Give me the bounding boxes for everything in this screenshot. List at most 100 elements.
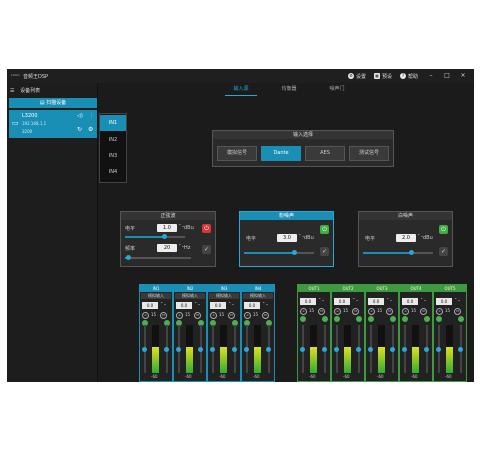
help-button[interactable]: ? 帮助 bbox=[400, 72, 418, 80]
channel-fader-handle[interactable] bbox=[244, 346, 249, 352]
minimize-button[interactable]: – bbox=[426, 71, 436, 80]
channel-gain-spin[interactable]: ⌃⌄ bbox=[160, 301, 167, 306]
channel-gain-handle[interactable] bbox=[322, 346, 327, 352]
channel-gain-input[interactable]: 0.0 bbox=[176, 302, 192, 309]
channel-gain-input[interactable]: 0.0 bbox=[334, 298, 350, 305]
channel-gain-handle[interactable] bbox=[390, 346, 395, 352]
channel-fader-handle[interactable] bbox=[210, 346, 215, 352]
channel-gain-input[interactable]: 0.0 bbox=[142, 302, 158, 309]
channel-gain-spin[interactable]: ⌃⌄ bbox=[228, 301, 235, 306]
channel-gain-input[interactable]: 0.0 bbox=[300, 298, 316, 305]
channel-link-indicator[interactable] bbox=[458, 316, 464, 322]
tab-noise-gate[interactable]: 噪声门 bbox=[317, 85, 357, 92]
channel-gain-spin[interactable]: ⌃⌄ bbox=[262, 301, 269, 306]
input-mode-select[interactable]: 模拟输入 bbox=[141, 293, 171, 299]
phase-icon[interactable]: ø bbox=[142, 312, 149, 319]
channel-enable-indicator[interactable] bbox=[402, 316, 408, 322]
channel-fader-handle[interactable] bbox=[436, 346, 441, 352]
input-mode-select[interactable]: 模拟输入 bbox=[243, 293, 273, 299]
channel-gain-handle[interactable] bbox=[232, 346, 237, 352]
mute-icon[interactable]: M bbox=[228, 312, 235, 319]
close-button[interactable]: × bbox=[458, 71, 468, 80]
channel-gain-spin[interactable]: ⌃⌄ bbox=[194, 301, 201, 306]
sine-confirm-button[interactable]: ✓ bbox=[202, 245, 211, 254]
channel-gain-spin[interactable]: ⌃⌄ bbox=[352, 297, 359, 302]
phase-icon[interactable]: ø bbox=[402, 308, 409, 315]
settings-button[interactable]: ⚙ 设置 bbox=[348, 72, 366, 80]
phase-icon[interactable]: ø bbox=[368, 308, 375, 315]
mute-icon[interactable]: M bbox=[454, 308, 461, 315]
sine-freq-slider[interactable] bbox=[125, 257, 191, 259]
white-power-button[interactable]: ⏻ bbox=[439, 225, 448, 234]
phase-icon[interactable]: ø bbox=[300, 308, 307, 315]
more-icon[interactable]: ⋮ bbox=[89, 113, 94, 119]
channel-fader-handle[interactable] bbox=[402, 346, 407, 352]
gear-icon[interactable]: ⚙ bbox=[88, 126, 93, 133]
channel-gain-spin[interactable]: ⌃⌄ bbox=[454, 297, 461, 302]
channel-gain-handle[interactable] bbox=[356, 346, 361, 352]
channel-gain-input[interactable]: 0.0 bbox=[436, 298, 452, 305]
phase-icon[interactable]: ø bbox=[210, 312, 217, 319]
presets-button[interactable]: ▦ 预设 bbox=[374, 72, 392, 80]
channel-gain-spin[interactable]: ⌃⌄ bbox=[318, 297, 325, 302]
device-card[interactable]: ▭ L3200 192.168.1.1 3200 ◁) ⋮ ↻ ⚙ bbox=[9, 110, 97, 138]
sine-freq-handle[interactable] bbox=[126, 255, 131, 260]
input-item-in4[interactable]: IN4 bbox=[100, 164, 126, 180]
channel-gain-handle[interactable] bbox=[424, 346, 429, 352]
channel-link-indicator[interactable] bbox=[424, 316, 430, 322]
maximize-button[interactable]: □ bbox=[442, 71, 452, 80]
input-item-in2[interactable]: IN2 bbox=[100, 132, 126, 148]
channel-enable-indicator[interactable] bbox=[334, 316, 340, 322]
tab-input-source[interactable]: 输入源 bbox=[221, 85, 261, 92]
pink-power-button[interactable]: ⏻ bbox=[320, 225, 329, 234]
channel-fader-handle[interactable] bbox=[334, 346, 339, 352]
source-test-button[interactable]: 测试信号 bbox=[349, 146, 389, 161]
source-analog-button[interactable]: 模拟信号 bbox=[217, 146, 257, 161]
sine-level-input[interactable]: 1.0 bbox=[157, 224, 177, 232]
channel-fader-handle[interactable] bbox=[368, 346, 373, 352]
phase-icon[interactable]: ø bbox=[244, 312, 251, 319]
white-confirm-button[interactable]: ✓ bbox=[439, 247, 448, 256]
sine-power-button[interactable]: ⏻ bbox=[202, 224, 211, 233]
channel-gain-handle[interactable] bbox=[198, 346, 203, 352]
mute-icon[interactable]: M bbox=[420, 308, 427, 315]
phase-icon[interactable]: ø bbox=[436, 308, 443, 315]
channel-gain-handle[interactable] bbox=[164, 346, 169, 352]
mute-icon[interactable]: M bbox=[194, 312, 201, 319]
phase-icon[interactable]: ø bbox=[176, 312, 183, 319]
channel-enable-indicator[interactable] bbox=[368, 316, 374, 322]
channel-enable-indicator[interactable] bbox=[300, 316, 306, 322]
input-mode-select[interactable]: 模拟输入 bbox=[175, 293, 205, 299]
channel-gain-handle[interactable] bbox=[266, 346, 271, 352]
channel-gain-input[interactable]: 0.0 bbox=[210, 302, 226, 309]
white-level-handle[interactable] bbox=[409, 250, 414, 255]
volume-icon[interactable]: ◁) bbox=[77, 113, 83, 119]
input-item-in3[interactable]: IN3 bbox=[100, 148, 126, 164]
channel-fader-handle[interactable] bbox=[300, 346, 305, 352]
channel-link-indicator[interactable] bbox=[390, 316, 396, 322]
channel-fader-handle[interactable] bbox=[142, 346, 147, 352]
white-level-input[interactable]: 2.0 bbox=[396, 234, 416, 242]
scan-devices-button[interactable]: ▤ 扫描设备 bbox=[9, 98, 97, 108]
mute-icon[interactable]: M bbox=[352, 308, 359, 315]
sine-freq-input[interactable]: 20 bbox=[157, 244, 177, 252]
phase-icon[interactable]: ø bbox=[334, 308, 341, 315]
input-mode-select[interactable]: 模拟输入 bbox=[209, 293, 239, 299]
channel-gain-spin[interactable]: ⌃⌄ bbox=[386, 297, 393, 302]
channel-link-indicator[interactable] bbox=[356, 316, 362, 322]
channel-gain-input[interactable]: 0.0 bbox=[402, 298, 418, 305]
channel-gain-input[interactable]: 0.0 bbox=[244, 302, 260, 309]
channel-fader-handle[interactable] bbox=[176, 346, 181, 352]
channel-gain-input[interactable]: 0.0 bbox=[368, 298, 384, 305]
mute-icon[interactable]: M bbox=[160, 312, 167, 319]
source-aes-button[interactable]: AES bbox=[305, 146, 345, 161]
mute-icon[interactable]: M bbox=[318, 308, 325, 315]
pink-level-input[interactable]: 3.0 bbox=[277, 234, 297, 242]
mute-icon[interactable]: M bbox=[386, 308, 393, 315]
device-list-header[interactable]: ☰ 设备列表 bbox=[10, 87, 40, 94]
channel-link-indicator[interactable] bbox=[322, 316, 328, 322]
pink-confirm-button[interactable]: ✓ bbox=[320, 247, 329, 256]
channel-gain-spin[interactable]: ⌃⌄ bbox=[420, 297, 427, 302]
input-item-in1[interactable]: IN1 bbox=[100, 115, 126, 131]
channel-gain-handle[interactable] bbox=[458, 346, 463, 352]
